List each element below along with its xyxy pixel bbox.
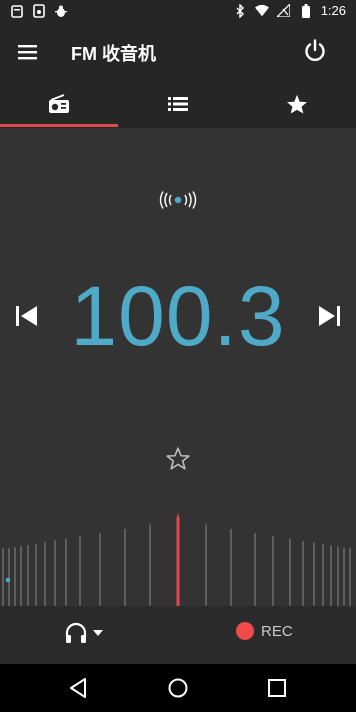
menu-icon: [18, 45, 37, 60]
tab-radio[interactable]: [0, 80, 118, 128]
tuner-needle[interactable]: [176, 513, 180, 606]
tuner-dial[interactable]: [0, 510, 356, 606]
navigation-bar: [0, 664, 356, 712]
radio-icon: [49, 94, 69, 113]
audio-output-selector[interactable]: [64, 622, 104, 644]
debug-icon: [54, 4, 68, 18]
battery-icon: [299, 3, 313, 18]
recents-button[interactable]: [265, 676, 289, 700]
star-icon: [287, 94, 307, 114]
clock: 1:26: [320, 3, 346, 18]
list-icon: [168, 97, 188, 111]
dropdown-arrow-icon: [93, 630, 103, 636]
wifi-icon: [254, 4, 269, 18]
notification-icon: [10, 4, 24, 18]
frequency-display: 100.3: [70, 269, 286, 363]
recents-icon: [268, 679, 286, 697]
tab-bar: [0, 80, 356, 128]
record-button[interactable]: REC: [236, 622, 293, 640]
status-bar: 1:26: [0, 0, 356, 24]
broadcast-icon: [159, 191, 197, 209]
player-area: 100.3: [0, 128, 356, 606]
next-station-button[interactable]: [315, 302, 343, 330]
station-marker: [5, 577, 11, 583]
back-icon: [70, 678, 86, 698]
favorite-button[interactable]: [165, 446, 191, 472]
bluetooth-icon: [233, 3, 247, 18]
power-icon: [305, 39, 325, 62]
no-signal-icon: [277, 4, 291, 18]
phone-notification-icon: [32, 4, 46, 18]
bottom-bar: REC: [0, 606, 356, 664]
selected-tab-indicator: [0, 124, 118, 127]
menu-button[interactable]: [14, 38, 42, 66]
app-bar: FM 收音机: [0, 24, 356, 80]
power-button[interactable]: [302, 38, 328, 64]
tab-station-list[interactable]: [119, 80, 237, 128]
tab-favorites[interactable]: [238, 80, 356, 128]
app-title: FM 收音机: [71, 44, 156, 64]
skip-next-icon: [319, 306, 340, 326]
home-icon: [168, 678, 188, 698]
star-outline-icon: [166, 447, 190, 470]
record-icon: [236, 622, 254, 640]
home-button[interactable]: [166, 676, 190, 700]
headphones-icon: [65, 622, 87, 643]
back-button[interactable]: [67, 676, 91, 700]
record-label: REC: [261, 622, 293, 640]
